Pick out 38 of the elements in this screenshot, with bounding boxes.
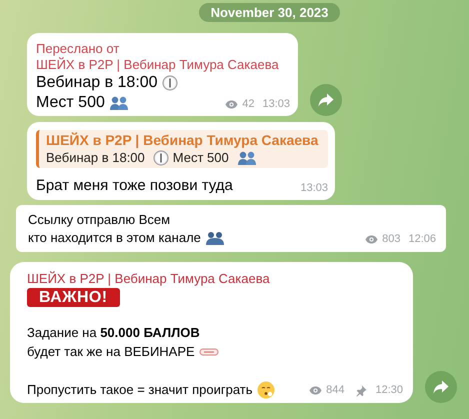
views-icon xyxy=(309,386,322,395)
channel-name: ШЕЙХ в P2P | Вебинар Тимура Сакаева xyxy=(27,270,271,287)
message-text: Пропустить такое = значит проиграть xyxy=(27,381,252,399)
share-icon xyxy=(433,380,449,394)
tag-icon xyxy=(198,348,219,356)
forward-source: ШЕЙХ в P2P | Вебинар Тимура Сакаева xyxy=(36,57,280,73)
face-emoji-icon xyxy=(256,380,274,398)
message-text: Задание на 50.000 БАЛЛОВ xyxy=(27,324,200,342)
share-button[interactable] xyxy=(310,84,342,116)
date-pill: November 30, 2023 xyxy=(198,3,340,22)
clock-icon xyxy=(162,75,178,91)
message-text: Брат меня тоже позови туда xyxy=(36,176,233,196)
reply-text: Мест 500 xyxy=(172,149,229,166)
reply-quote[interactable]: ШЕЙХ в P2P | Вебинар Тимура Сакаева Вебинар в 18:00 Мест 500 xyxy=(36,130,328,168)
reply-text: Вебинар в 18:00 xyxy=(46,149,145,166)
message-text: Вебинар в 18:00 xyxy=(36,73,158,93)
people-icon xyxy=(108,95,129,111)
message-text: будет так же на ВЕБИНАРЕ xyxy=(27,343,195,361)
view-count: 803 xyxy=(382,233,400,246)
message-text: кто находится в этом канале xyxy=(28,229,201,247)
message-time: 13:03 xyxy=(300,182,328,195)
message-text: Мест 500 xyxy=(36,93,105,113)
views-icon xyxy=(225,100,238,109)
view-count: 844 xyxy=(326,384,344,397)
message-time: 12:30 xyxy=(375,384,403,397)
message-time: 12:06 xyxy=(408,233,436,246)
views-icon xyxy=(365,235,378,244)
important-banner: ВАЖНО! xyxy=(27,288,120,307)
people-icon xyxy=(204,230,225,246)
people-icon xyxy=(236,150,257,166)
message-text: Ссылку отправлю Всем xyxy=(28,211,170,229)
reply-source: ШЕЙХ в P2P | Вебинар Тимура Сакаева xyxy=(46,132,320,149)
forwarded-label: Переслано от xyxy=(36,41,120,57)
clock-icon xyxy=(152,150,169,166)
view-count: 42 xyxy=(242,98,254,111)
share-button[interactable] xyxy=(425,371,457,403)
message-time: 13:03 xyxy=(262,98,290,111)
share-icon xyxy=(318,93,334,107)
